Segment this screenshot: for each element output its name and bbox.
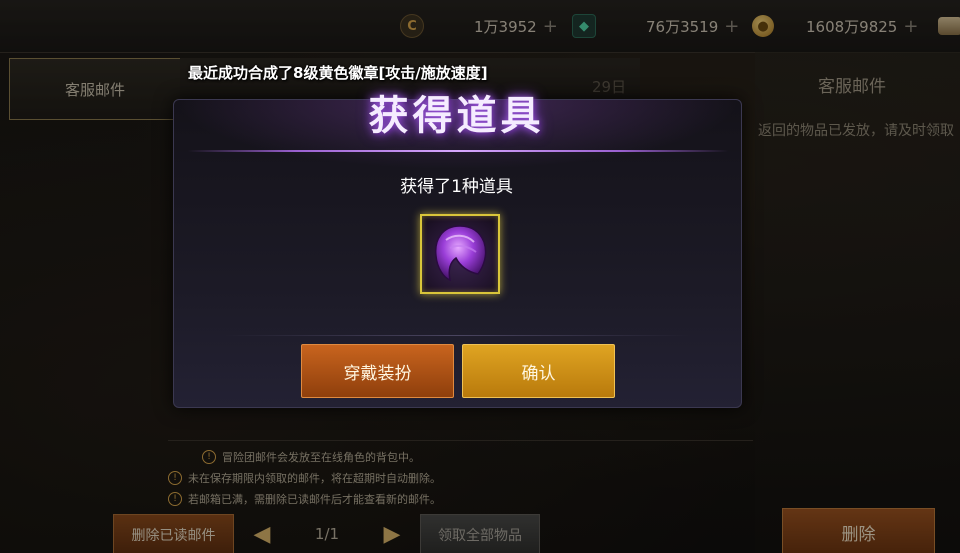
dialog-title: 获得道具 (368, 93, 545, 139)
obtained-item-slot[interactable] (420, 214, 500, 294)
purple-hair-icon (434, 225, 487, 282)
dialog-subtitle: 获得了1种道具 (400, 177, 513, 197)
wear-outfit-button[interactable]: 穿戴装扮 (301, 344, 454, 398)
system-broadcast-notice: 最近成功合成了8级黄色徽章[攻击/施放速度] (188, 64, 488, 82)
dialog-divider (188, 150, 728, 152)
dialog-divider (224, 335, 691, 336)
game-screen: C 1万3952 + ◆ 76万3519 + ● 1608万9825 + 客服邮… (0, 0, 960, 553)
confirm-button[interactable]: 确认 (462, 344, 615, 398)
